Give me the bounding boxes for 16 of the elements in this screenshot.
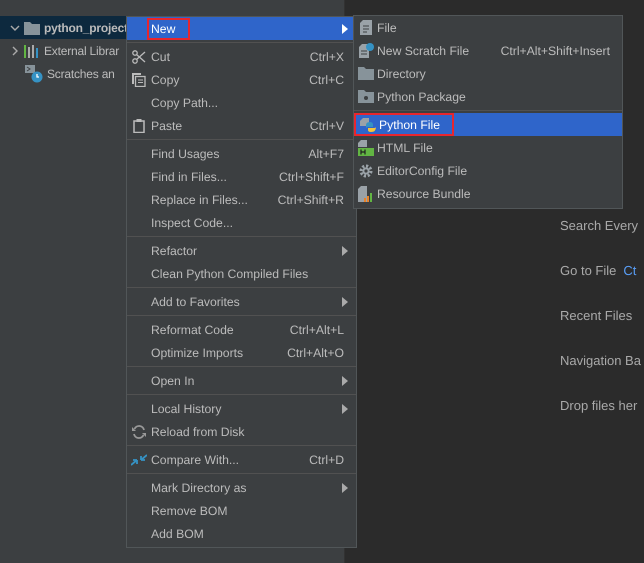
shortcut-text: Ct [623, 262, 636, 280]
hint-text: Drop files her [560, 397, 638, 415]
shortcut-text: Alt+F7 [308, 146, 344, 160]
shortcut-text: Ctrl+Alt+L [290, 322, 344, 336]
shortcut-text: Ctrl+C [309, 72, 344, 86]
hint-text: Navigation Ba [560, 352, 641, 370]
shortcut-text: Ctrl+D [309, 452, 344, 466]
shortcut-text: Ctrl+Alt+O [287, 346, 344, 360]
shortcut-text: Ctrl+Shift+F [278, 170, 344, 184]
hint-text: Search Every [560, 217, 638, 235]
shortcut-text: Ctrl+Alt+Shift+Insert [500, 44, 610, 58]
shortcut-text: Ctrl+X [310, 50, 344, 64]
shortcut-text: Ctrl+Shift+R [278, 192, 344, 206]
shortcut-text: Ctrl+V [310, 118, 344, 132]
hint-text: Recent Files [560, 307, 632, 325]
hint-text: Go to File [560, 262, 616, 280]
